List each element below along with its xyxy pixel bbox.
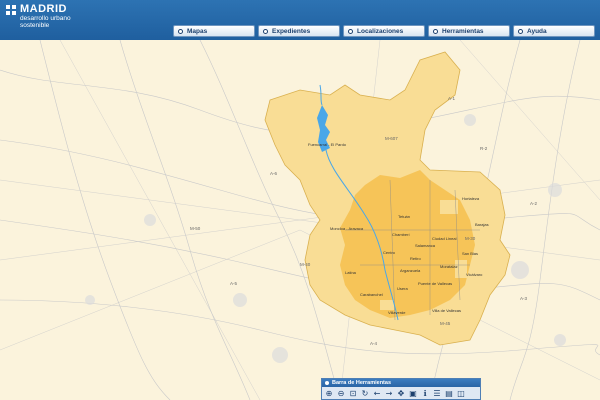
label-moratalaz: Moratalaz <box>440 264 458 269</box>
label-carabanchel: Carabanchel <box>360 292 383 297</box>
label-retiro: Retiro <box>410 256 421 261</box>
menu-label: Localizaciones <box>357 27 404 35</box>
road-label-m45: M-45 <box>440 321 451 326</box>
toolbar-icons: ⊕ ⊖ ⊡ ↻ ← → ✥ ▣ ℹ ☰ ▤ ◫ <box>322 387 480 399</box>
road-label-m40: M-40 <box>300 262 311 267</box>
road-label-r2: R-2 <box>480 146 488 151</box>
road-label-m30: M-30 <box>465 236 476 241</box>
tool-bar: Barra de Herramientas ⊕ ⊖ ⊡ ↻ ← → ✥ ▣ ℹ … <box>321 378 481 400</box>
list-icon[interactable]: ☰ <box>432 388 442 398</box>
road-label-m50: M-50 <box>190 226 201 231</box>
back-arrow-icon[interactable]: ← <box>372 388 382 398</box>
map-canvas[interactable]: Fuencarral - El Pardo Moncloa - Aravaca … <box>0 40 600 400</box>
label-hortaleza: Hortaleza <box>462 196 480 201</box>
label-chamberi: Chamberí <box>392 232 410 237</box>
menu-label: Ayuda <box>527 27 547 35</box>
label-salamanca: Salamanca <box>415 243 436 248</box>
label-latina: Latina <box>345 270 357 275</box>
print-icon[interactable]: ▤ <box>444 388 454 398</box>
road-label-a4: A-4 <box>370 341 378 346</box>
app-header: MADRID desarrollo urbano sostenible Mapa… <box>0 0 600 40</box>
radio-dot-icon <box>178 28 183 34</box>
menu-ayuda[interactable]: Ayuda <box>513 25 595 37</box>
toolbar-title-text: Barra de Herramientas <box>332 380 392 386</box>
refresh-icon[interactable]: ↻ <box>360 388 370 398</box>
zoom-in-icon[interactable]: ⊕ <box>324 388 334 398</box>
zoom-window-icon[interactable]: ⊡ <box>348 388 358 398</box>
menu-herramientas[interactable]: Herramientas <box>428 25 510 37</box>
brand-subtitle-1: desarrollo urbano <box>20 15 71 22</box>
radio-dot-icon <box>433 28 438 34</box>
menu-label: Mapas <box>187 27 208 35</box>
road-label-a2: A-2 <box>530 201 538 206</box>
label-vicalvaro: Vicálvaro <box>466 272 483 277</box>
road-label-a6: A-6 <box>270 171 278 176</box>
label-villaverde: Villaverde <box>388 310 406 315</box>
road-label-a3: A-3 <box>520 296 528 301</box>
menu-mapas[interactable]: Mapas <box>173 25 255 37</box>
pan-icon[interactable]: ✥ <box>396 388 406 398</box>
menu-label: Herramientas <box>442 27 484 35</box>
road-label-a1: A-1 <box>448 96 456 101</box>
label-arganzuela: Arganzuela <box>400 268 421 273</box>
layers-icon[interactable]: ◫ <box>456 388 466 398</box>
radio-dot-icon <box>263 28 268 34</box>
label-ciudad-lineal: Ciudad Lineal <box>432 236 457 241</box>
label-vallecas: Villa de Vallecas <box>432 308 461 313</box>
menu-expedientes[interactable]: Expedientes <box>258 25 340 37</box>
select-icon[interactable]: ▣ <box>408 388 418 398</box>
label-moncloa: Moncloa - Aravaca <box>330 226 364 231</box>
toolbar-title[interactable]: Barra de Herramientas <box>322 379 480 387</box>
forward-arrow-icon[interactable]: → <box>384 388 394 398</box>
radio-dot-icon <box>325 381 329 385</box>
label-el-pardo: Fuencarral - El Pardo <box>308 142 347 147</box>
brand-title: MADRID <box>20 3 67 15</box>
radio-dot-icon <box>518 28 523 34</box>
zoom-out-icon[interactable]: ⊖ <box>336 388 346 398</box>
main-menu: Mapas Expedientes Localizaciones Herrami… <box>173 25 598 38</box>
brand-subtitle-2: sostenible <box>20 22 50 29</box>
madrid-logo[interactable]: MADRID desarrollo urbano sostenible <box>6 3 71 29</box>
menu-label: Expedientes <box>272 27 311 35</box>
road-label-a5: A-5 <box>230 281 238 286</box>
label-san-blas: San Blas <box>462 251 478 256</box>
madrid-logo-icon <box>6 5 16 15</box>
label-puente-vallecas: Puente de Vallecas <box>418 281 452 286</box>
label-usera: Usera <box>397 286 408 291</box>
label-barajas: Barajas <box>475 222 489 227</box>
road-label-m607: M-607 <box>385 136 398 141</box>
menu-localizaciones[interactable]: Localizaciones <box>343 25 425 37</box>
label-centro: Centro <box>383 250 396 255</box>
label-tetuan: Tetuán <box>398 214 410 219</box>
radio-dot-icon <box>348 28 353 34</box>
info-icon[interactable]: ℹ <box>420 388 430 398</box>
